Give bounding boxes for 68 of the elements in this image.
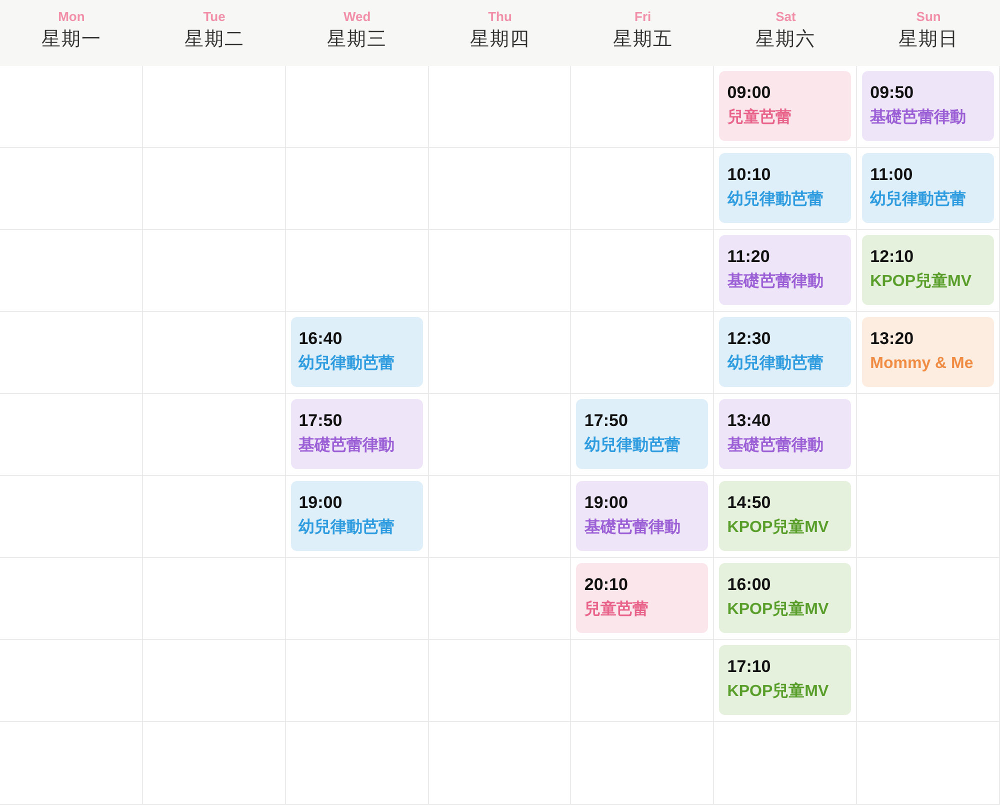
class-name: Mommy & Me xyxy=(870,354,974,374)
class-time: 09:00 xyxy=(727,82,772,104)
class-card[interactable]: 14:50 KPOP兒童MV xyxy=(719,481,852,551)
class-name: 基礎芭蕾律動 xyxy=(298,436,396,456)
class-time: 19:00 xyxy=(298,492,344,514)
class-name: 兒童芭蕾 xyxy=(584,599,650,620)
class-time: 17:50 xyxy=(584,410,629,432)
class-name: 幼兒律動芭蕾 xyxy=(298,518,396,538)
class-card[interactable]: 10:10 幼兒律動芭蕾 xyxy=(719,153,852,223)
day-abbreviation: Mon xyxy=(58,8,85,26)
day-name: 星期六 xyxy=(756,28,816,52)
class-time: 09:50 xyxy=(870,82,915,104)
day-abbreviation: Tue xyxy=(203,8,226,26)
class-name: 幼兒律動芭蕾 xyxy=(870,190,968,210)
class-card[interactable]: 09:50 基礎芭蕾律動 xyxy=(862,71,994,141)
class-name: KPOP兒童MV xyxy=(727,681,830,702)
class-time: 17:50 xyxy=(298,410,344,432)
class-card[interactable]: 16:00 KPOP兒童MV xyxy=(719,563,852,633)
day-abbreviation: Thu xyxy=(488,8,512,26)
class-time: 13:40 xyxy=(727,410,772,432)
day-abbreviation: Fri xyxy=(634,8,652,26)
day-name: 星期二 xyxy=(184,28,244,52)
class-name: KPOP兒童MV xyxy=(727,517,830,538)
class-time: 12:10 xyxy=(870,246,915,268)
class-card[interactable]: 12:30 幼兒律動芭蕾 xyxy=(719,317,852,387)
class-card[interactable]: 17:50 基礎芭蕾律動 xyxy=(290,399,423,469)
class-name: 基礎芭蕾律動 xyxy=(870,108,968,128)
class-name: 基礎芭蕾律動 xyxy=(584,518,682,538)
class-card[interactable]: 13:40 基礎芭蕾律動 xyxy=(719,399,852,469)
day-abbreviation: Sat xyxy=(776,8,796,26)
class-time: 11:00 xyxy=(870,164,914,186)
class-name: 兒童芭蕾 xyxy=(727,107,792,128)
class-card[interactable]: 09:00 兒童芭蕾 xyxy=(719,71,852,141)
class-name: 幼兒律動芭蕾 xyxy=(727,354,824,374)
class-card[interactable]: 17:50 幼兒律動芭蕾 xyxy=(576,399,708,469)
day-name: 星期五 xyxy=(612,28,673,52)
class-name: KPOP兒童MV xyxy=(870,271,972,292)
class-time: 20:10 xyxy=(584,574,629,596)
class-card[interactable]: 12:10 KPOP兒童MV xyxy=(862,235,994,305)
class-time: 11:20 xyxy=(727,246,771,268)
class-time: 16:00 xyxy=(727,574,772,596)
class-card[interactable]: 13:20 Mommy & Me xyxy=(862,317,994,387)
class-card[interactable]: 19:00 幼兒律動芭蕾 xyxy=(290,481,423,551)
class-card[interactable]: 11:00 幼兒律動芭蕾 xyxy=(862,153,994,223)
class-card[interactable]: 20:10 兒童芭蕾 xyxy=(576,563,708,633)
class-time: 16:40 xyxy=(298,328,344,350)
class-time: 10:10 xyxy=(727,164,772,186)
class-card[interactable]: 17:10 KPOP兒童MV xyxy=(719,645,852,715)
day-name: 星期三 xyxy=(327,28,388,52)
class-card[interactable]: 19:00 基礎芭蕾律動 xyxy=(576,481,708,551)
day-abbreviation: Sun xyxy=(916,8,941,26)
class-time: 13:20 xyxy=(870,328,915,350)
class-time: 19:00 xyxy=(584,492,629,514)
class-card[interactable]: 16:40 幼兒律動芭蕾 xyxy=(290,317,423,387)
day-name: 星期四 xyxy=(470,28,530,52)
class-name: 基礎芭蕾律動 xyxy=(727,272,824,292)
class-name: 幼兒律動芭蕾 xyxy=(584,436,682,456)
day-name: 星期一 xyxy=(41,28,102,52)
day-name: 星期日 xyxy=(898,28,959,52)
class-name: KPOP兒童MV xyxy=(727,599,830,620)
day-abbreviation: Wed xyxy=(344,8,371,26)
class-name: 基礎芭蕾律動 xyxy=(727,436,824,456)
class-time: 17:10 xyxy=(727,656,772,678)
class-card[interactable]: 11:20 基礎芭蕾律動 xyxy=(719,235,852,305)
class-time: 12:30 xyxy=(727,328,772,350)
class-name: 幼兒律動芭蕾 xyxy=(727,190,824,210)
class-time: 14:50 xyxy=(727,492,772,514)
class-name: 幼兒律動芭蕾 xyxy=(298,354,396,374)
